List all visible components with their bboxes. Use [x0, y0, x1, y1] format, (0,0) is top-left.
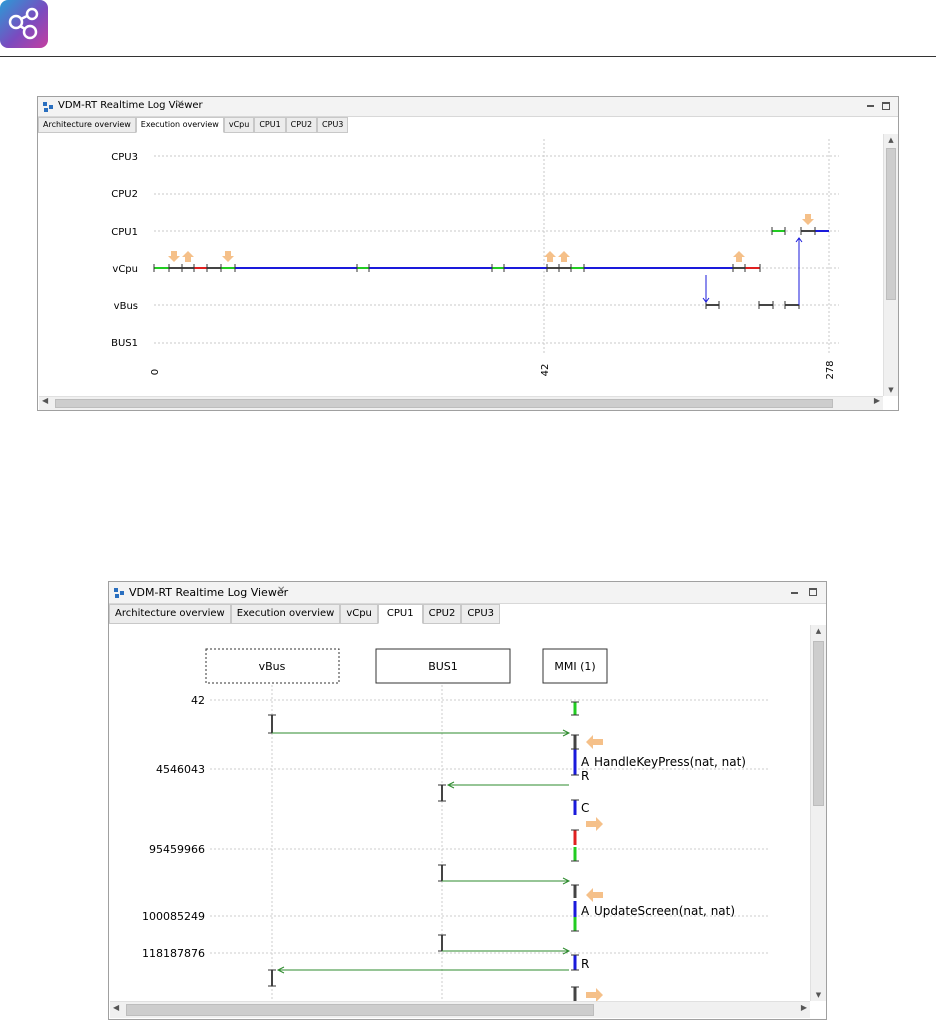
bottom-tab-bar: Architecture overview Execution overview…: [109, 604, 501, 624]
bottom-vertical-scrollbar[interactable]: ▲ ▼: [810, 625, 826, 1001]
maximize-icon[interactable]: [882, 102, 890, 110]
row-label-vcpu: vCpu: [112, 264, 138, 275]
tab-cpu3[interactable]: CPU3: [317, 117, 349, 133]
minimize-icon[interactable]: [791, 592, 798, 594]
minimize-icon[interactable]: [867, 105, 874, 107]
time-label-42: 42: [191, 694, 205, 707]
x-tick-0: 0: [150, 369, 161, 375]
tab-architecture-overview[interactable]: Architecture overview: [109, 604, 231, 624]
tab-cpu1[interactable]: CPU1: [377, 604, 423, 624]
row-label-bus1: BUS1: [111, 338, 138, 349]
bottom-horizontal-scrollbar[interactable]: ◀ ▶: [110, 1001, 810, 1018]
tab-execution-overview[interactable]: Execution overview: [135, 117, 224, 133]
top-view-titlebar: VDM-RT Realtime Log Viewer ✕: [38, 97, 898, 117]
top-hscroll-thumb[interactable]: [55, 399, 833, 408]
maximize-icon[interactable]: [809, 588, 817, 596]
viewer-icon: [43, 102, 53, 112]
tab-cpu3[interactable]: CPU3: [461, 604, 501, 624]
event-letter-c: C: [581, 801, 589, 815]
tab-cpu2[interactable]: CPU2: [422, 604, 462, 624]
tab-vcpu[interactable]: vCpu: [340, 604, 378, 624]
tab-cpu2[interactable]: CPU2: [285, 117, 318, 133]
row-label-vbus: vBus: [114, 301, 138, 312]
event-letter-a2: A: [581, 904, 590, 918]
row-label-cpu1: CPU1: [111, 227, 138, 238]
cpu1-sequence-canvas: vBus BUS1 MMI (1) 42 4546043 95459966 10…: [110, 625, 810, 1001]
viewer-icon: [114, 588, 124, 598]
bottom-log-viewer: VDM-RT Realtime Log Viewer ✕ Architectur…: [108, 581, 827, 1020]
execution-overview-svg: CPU3 CPU2 CPU1 vCpu vBus BUS1 0 42 278: [111, 139, 839, 380]
molecule-icon: [8, 7, 39, 40]
x-tick-42: 42: [540, 364, 551, 377]
lane-header-mmi: MMI (1): [554, 660, 595, 673]
app-logo: [0, 0, 48, 48]
bottom-vscroll-thumb[interactable]: [813, 641, 824, 806]
cpu1-sequence-svg: vBus BUS1 MMI (1) 42 4546043 95459966 10…: [142, 648, 770, 1001]
event-letter-r1: R: [581, 769, 589, 783]
event-text-updatescreen: UpdateScreen(nat, nat): [594, 904, 735, 918]
event-letter-r2: R: [581, 957, 589, 971]
top-vertical-scrollbar[interactable]: ▲ ▼: [883, 134, 898, 396]
bottom-view-title: VDM-RT Realtime Log Viewer: [129, 586, 289, 599]
event-letter-a1: A: [581, 755, 590, 769]
event-text-handlekeypress: HandleKeyPress(nat, nat): [594, 755, 746, 769]
time-label-118187876: 118187876: [142, 947, 205, 960]
time-label-100085249: 100085249: [142, 910, 205, 923]
row-label-cpu2: CPU2: [111, 189, 138, 200]
lane-header-bus1: BUS1: [428, 660, 458, 673]
header-divider: [0, 56, 936, 57]
execution-overview-canvas: CPU3 CPU2 CPU1 vCpu vBus BUS1 0 42 278: [39, 134, 882, 396]
close-icon[interactable]: ✕: [176, 99, 184, 110]
top-vscroll-thumb[interactable]: [886, 148, 896, 300]
tab-execution-overview[interactable]: Execution overview: [230, 604, 341, 624]
tab-architecture-overview[interactable]: Architecture overview: [38, 117, 136, 133]
bottom-hscroll-thumb[interactable]: [126, 1004, 594, 1016]
tab-cpu1[interactable]: CPU1: [254, 117, 286, 133]
close-icon[interactable]: ✕: [277, 585, 285, 596]
top-tab-bar: Architecture overview Execution overview…: [38, 117, 349, 133]
x-tick-278: 278: [825, 360, 836, 379]
row-label-cpu3: CPU3: [111, 152, 138, 163]
top-log-viewer: VDM-RT Realtime Log Viewer ✕ Architectur…: [37, 96, 899, 411]
time-label-4546043: 4546043: [156, 763, 205, 776]
tab-vcpu[interactable]: vCpu: [223, 117, 255, 133]
bottom-view-titlebar: VDM-RT Realtime Log Viewer ✕: [109, 582, 826, 604]
time-label-95459966: 95459966: [149, 843, 205, 856]
lane-header-vbus: vBus: [259, 660, 286, 673]
top-horizontal-scrollbar[interactable]: ◀ ▶: [39, 396, 883, 410]
